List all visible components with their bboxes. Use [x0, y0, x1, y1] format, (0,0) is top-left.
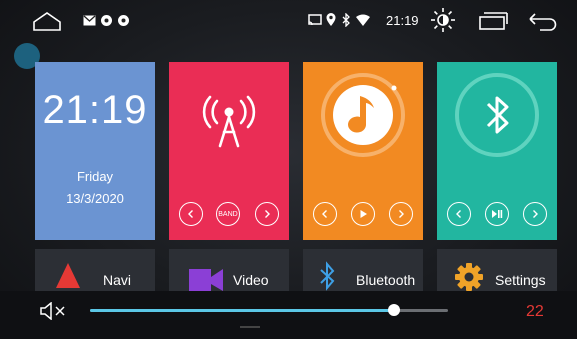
clock-day: Friday [76, 169, 114, 184]
radio-band-button[interactable]: BAND [216, 202, 240, 226]
music-prev-button[interactable] [313, 202, 337, 226]
gesture-handle [240, 326, 260, 328]
bluetooth-widget[interactable] [437, 62, 557, 240]
mail-icon [83, 15, 96, 26]
app-tile-bluetooth[interactable]: Bluetooth [303, 249, 423, 291]
music-play-button[interactable] [351, 202, 375, 226]
radio-widget[interactable]: BAND [169, 62, 289, 240]
navigation-arrow-icon [56, 263, 80, 288]
wifi-icon [356, 14, 370, 26]
settings-gear-icon [455, 263, 483, 291]
bluetooth-next-button[interactable] [523, 202, 547, 226]
music-note-icon [321, 73, 405, 157]
bluetooth-prev-button[interactable] [447, 202, 471, 226]
app-label-settings: Settings [495, 272, 546, 288]
volume-value: 22 [526, 303, 544, 320]
bluetooth-icon [320, 261, 335, 291]
brightness-icon[interactable] [430, 7, 456, 33]
volume-bar [0, 291, 577, 339]
clock-date: 13/3/2020 [66, 191, 124, 206]
bluetooth-icon [341, 13, 351, 27]
settings-gear-icon [100, 14, 113, 27]
location-pin-icon [326, 13, 336, 27]
app-tile-video[interactable]: Video [169, 249, 289, 291]
band-label: BAND [218, 210, 238, 218]
clock-time: 21:19 [42, 88, 148, 132]
home-icon[interactable] [32, 10, 62, 32]
music-widget[interactable] [303, 62, 423, 240]
back-icon[interactable] [528, 12, 558, 32]
video-camera-icon [189, 269, 223, 291]
status-time: 21:19 [386, 13, 419, 28]
app-tile-settings[interactable]: Settings [437, 249, 557, 291]
clock-widget[interactable]: 21:19 Friday 13/3/2020 [35, 62, 155, 240]
volume-slider-thumb[interactable] [388, 304, 400, 316]
screen-cast-icon [308, 14, 322, 26]
radio-tower-icon [202, 95, 256, 148]
bluetooth-play-pause-button[interactable] [485, 202, 509, 226]
settings-gear-icon [117, 14, 130, 27]
recent-apps-icon[interactable] [478, 11, 508, 31]
app-label-video: Video [233, 272, 269, 288]
mute-speaker-icon[interactable] [39, 301, 67, 325]
status-bar: 21:19 [0, 0, 577, 44]
app-tile-navi[interactable]: Navi [35, 249, 155, 291]
music-next-button[interactable] [389, 202, 413, 226]
radio-prev-button[interactable] [179, 202, 203, 226]
app-label-navi: Navi [103, 272, 132, 288]
app-label-bluetooth: Bluetooth [356, 272, 416, 288]
volume-slider-fill [90, 309, 394, 312]
bluetooth-icon [455, 73, 539, 157]
radio-next-button[interactable] [255, 202, 279, 226]
